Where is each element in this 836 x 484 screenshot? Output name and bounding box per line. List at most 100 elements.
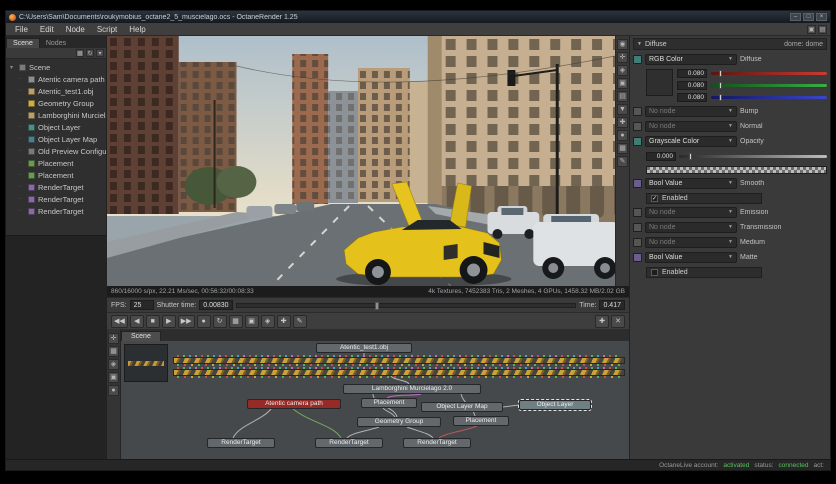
sync-icon[interactable]: ↻ [86,49,94,57]
opacity-value-field[interactable]: 0.000 [646,152,676,161]
blue-value-field[interactable]: 0.080 [677,93,707,102]
region-icon[interactable]: ▣ [617,78,628,89]
graph-minimap[interactable] [124,344,168,382]
tree-item[interactable]: ·Lamborghini Murcielago 2.0 [6,109,106,121]
green-value-field[interactable]: 0.080 [677,81,707,90]
graph-node[interactable]: RenderTarget [315,438,383,448]
tree-item[interactable]: · Placement [6,169,106,181]
add-node-button[interactable]: ✚ [595,314,609,328]
tree-item[interactable]: · Atentic camera path [6,73,106,85]
shutter-field[interactable]: 0.00830 [199,300,233,310]
node-graph-canvas[interactable]: Atentic_test1.obj Lamborghini Murcielago… [121,341,629,459]
lock-icon[interactable]: ▤ [617,91,628,102]
node-tool-icon[interactable]: ◈ [108,359,119,370]
add-button[interactable]: ✚ [276,314,291,328]
graph-node-camera[interactable]: Atentic camera path [247,399,341,409]
maximize-button[interactable]: □ [803,13,814,21]
refresh-button[interactable]: ↻ [212,314,227,328]
rgb-color-dropdown[interactable]: RGB Color ▼ [645,54,737,65]
opacity-dropdown[interactable]: Grayscale Color ▼ [645,136,737,147]
graph-node[interactable]: Atentic_test1.obj [316,343,412,353]
collapsed-node-strip[interactable] [173,355,625,366]
slider-handle[interactable] [689,153,693,160]
timeline-slider[interactable] [235,301,577,310]
timeline-handle[interactable] [375,301,380,310]
move-tool-icon[interactable]: ✛ [108,333,119,344]
layout-icon[interactable]: ▤ [818,24,827,34]
collapsed-node-strip[interactable] [173,367,625,378]
graph-node[interactable]: RenderTarget [207,438,275,448]
tab-scene[interactable]: Scene [6,38,40,48]
emission-dropdown[interactable]: No node ▼ [645,207,737,218]
edit-icon[interactable]: ✎ [617,156,628,167]
graph-node[interactable]: RenderTarget [403,438,471,448]
settings-icon[interactable]: ✚ [617,117,628,128]
slider-handle[interactable] [719,70,723,77]
edit-button[interactable]: ✎ [292,314,307,328]
inspector-header[interactable]: ▼ Diffuse dome: dome [633,38,827,50]
graph-node[interactable]: Placement [361,398,417,408]
normal-dropdown[interactable]: No node ▼ [645,121,737,132]
menu-file[interactable]: File [9,25,34,34]
tree-root[interactable]: ▾ Scene [6,61,106,73]
close-button[interactable]: × [816,13,827,21]
camera-icon[interactable]: ◉ [617,39,628,50]
stop-button[interactable]: ■ [145,314,160,328]
green-slider[interactable] [711,82,827,89]
graph-node-selected[interactable]: Object Layer [518,399,592,411]
fast-forward-button[interactable]: ▶▶ [177,314,195,328]
collapse-icon[interactable]: ▾ [96,49,104,57]
tab-nodes[interactable]: Nodes [40,39,72,48]
tree-item[interactable]: · Object Layer [6,121,106,133]
tree-item[interactable]: · RenderTarget [6,181,106,193]
title-bar[interactable]: C:\Users\Sam\Documents\roukymobius_octan… [6,11,830,23]
info-icon[interactable]: ● [617,130,628,141]
red-value-field[interactable]: 0.080 [677,69,707,78]
menu-script[interactable]: Script [91,25,123,34]
slider-handle[interactable] [719,94,723,101]
opacity-slider[interactable] [679,153,827,160]
delete-node-button[interactable]: ✕ [611,314,625,328]
tree-item[interactable]: · Geometry Group [6,97,106,109]
tree-item[interactable]: · RenderTarget [6,205,106,217]
menu-help[interactable]: Help [123,25,151,34]
menu-edit[interactable]: Edit [34,25,60,34]
time-field[interactable]: 0.417 [599,300,625,310]
expander-icon[interactable]: ▾ [10,64,16,71]
smooth-dropdown[interactable]: Bool Value ▼ [645,178,737,189]
minimize-button[interactable]: – [790,13,801,21]
tree-item[interactable]: · Atentic_test1.obj [6,85,106,97]
tree-item[interactable]: · Placement [6,157,106,169]
menu-node[interactable]: Node [60,25,91,34]
blue-slider[interactable] [711,94,827,101]
graph-node[interactable]: Lamborghini Murcielago 2.0 [343,384,481,394]
graph-node[interactable]: Object Layer Map [421,402,503,412]
record-button[interactable]: ● [196,314,211,328]
grid-tool-icon[interactable]: ▦ [108,346,119,357]
grid-button[interactable]: ▦ [228,314,243,328]
medium-dropdown[interactable]: No node ▼ [645,237,737,248]
rewind-button[interactable]: ◀◀ [111,314,128,328]
bump-dropdown[interactable]: No node ▼ [645,106,737,117]
focus-icon[interactable]: ◈ [617,65,628,76]
color-swatch[interactable] [646,69,673,96]
tree-item[interactable]: ·Old Preview Configuration [6,145,106,157]
matte-enabled-row[interactable]: Enabled [646,266,762,278]
step-back-button[interactable]: ◀ [129,314,144,328]
graph-node[interactable]: Geometry Group [357,417,441,427]
filter-icon[interactable]: ▦ [76,49,84,57]
graph-tab-scene[interactable]: Scene [121,331,161,341]
play-button[interactable]: ▶ [161,314,176,328]
pin-icon[interactable]: ▣ [807,24,816,34]
diamond-button[interactable]: ◈ [260,314,275,328]
pick-icon[interactable]: ✛ [617,52,628,63]
checkbox-unchecked-icon[interactable] [651,268,658,276]
tree-item[interactable]: · RenderTarget [6,193,106,205]
save-icon[interactable]: ▼ [617,104,628,115]
panel-button[interactable]: ▣ [244,314,259,328]
dot-tool-icon[interactable]: ● [108,385,119,396]
render-viewport[interactable] [107,36,615,286]
red-slider[interactable] [711,70,827,77]
grid-icon[interactable]: ▦ [617,143,628,154]
fps-field[interactable]: 25 [129,300,154,310]
